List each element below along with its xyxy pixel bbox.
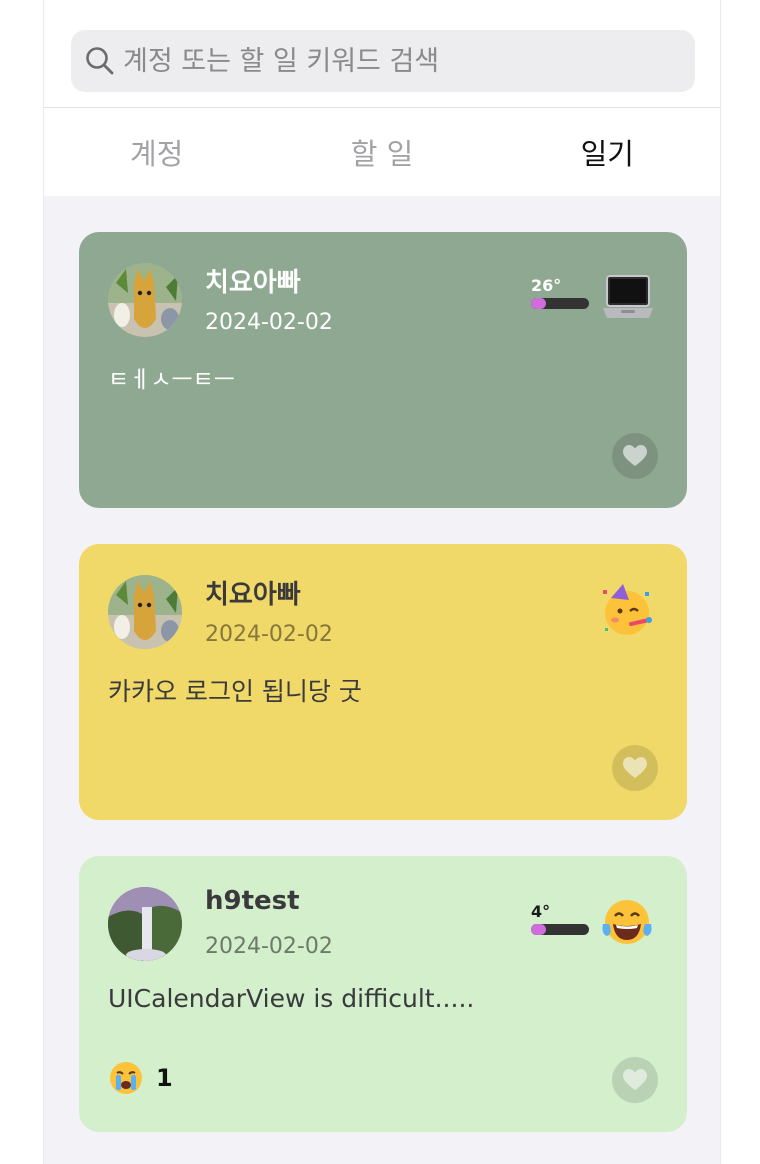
avatar (108, 887, 182, 961)
tab-diary[interactable]: 일기 (495, 108, 720, 196)
entry-content: UICalendarView is difficult..... (108, 984, 475, 1013)
author-name: 치요아빠 (205, 268, 301, 298)
entry-date: 2024-02-02 (205, 310, 333, 335)
like-button[interactable] (612, 1057, 658, 1103)
avatar (108, 575, 182, 649)
temperature-indicator: 4° (531, 902, 591, 935)
reaction-count: 1 (156, 1064, 173, 1092)
diary-card[interactable]: 치요아빠 2024-02-02 카카오 로그인 됩니당 굿 (79, 544, 687, 820)
diary-card[interactable]: 치요아빠 2024-02-02 ㅌㅔㅅㅡㅌㅡ 26° (79, 232, 687, 508)
laptop-icon (603, 275, 653, 318)
search-header (44, 0, 720, 108)
like-button[interactable] (612, 745, 658, 791)
crying-face-icon (110, 1062, 142, 1094)
entry-date: 2024-02-02 (205, 934, 333, 959)
author-name: 치요아빠 (205, 580, 301, 610)
search-input[interactable] (123, 45, 663, 77)
temperature-fill (531, 298, 546, 309)
avatar (108, 263, 182, 337)
app-frame: 계정 할 일 일기 치요아빠 2024-02-02 ㅌㅔㅅㅡㅌㅡ 26° 치요아… (43, 0, 721, 1164)
temperature-bar (531, 298, 589, 309)
temperature-value: 26° (531, 276, 562, 295)
heart-icon (623, 757, 647, 778)
temperature-fill (531, 924, 546, 935)
temperature-value: 4° (531, 902, 551, 921)
search-icon (86, 47, 114, 75)
entry-date: 2024-02-02 (205, 622, 333, 647)
entry-content: 카카오 로그인 됩니당 굿 (108, 677, 362, 706)
temperature-bar (531, 924, 589, 935)
heart-icon (623, 445, 647, 466)
segment-tabs: 계정 할 일 일기 (44, 108, 720, 196)
tab-accounts[interactable]: 계정 (44, 108, 269, 196)
tears-of-joy-icon (602, 900, 652, 944)
temperature-indicator: 26° (531, 276, 591, 309)
party-face-icon (603, 584, 652, 635)
diary-card[interactable]: h9test 2024-02-02 UICalendarView is diff… (79, 856, 687, 1132)
heart-icon (623, 1069, 647, 1090)
entry-content: ㅌㅔㅅㅡㅌㅡ (108, 367, 235, 393)
author-name: h9test (205, 886, 300, 916)
reaction-summary[interactable]: 1 (108, 1060, 173, 1096)
search-bar[interactable] (71, 30, 695, 92)
tab-todo[interactable]: 할 일 (269, 108, 494, 196)
like-button[interactable] (612, 433, 658, 479)
